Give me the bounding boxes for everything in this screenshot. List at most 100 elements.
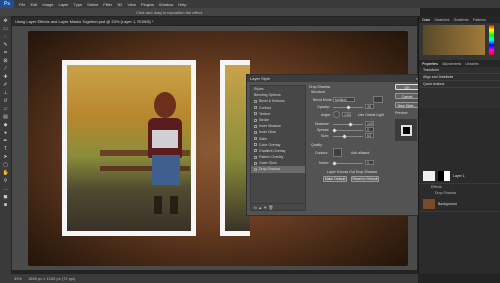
- opacity-slider-handle[interactable]: [346, 105, 351, 110]
- quick-mask-icon[interactable]: ◙: [3, 202, 9, 208]
- noise-slider[interactable]: [333, 163, 363, 164]
- dodge-tool-icon[interactable]: ●: [3, 130, 9, 136]
- section-transform[interactable]: Transform: [419, 67, 500, 74]
- contour-label: Contour:: [315, 151, 329, 155]
- marquee-tool-icon[interactable]: ▭: [3, 26, 9, 32]
- checkbox[interactable]: [254, 99, 257, 103]
- menu-image[interactable]: Image: [42, 2, 53, 7]
- move-tool-icon[interactable]: ✥: [3, 18, 9, 24]
- menu-type[interactable]: Type: [74, 2, 83, 7]
- checkbox[interactable]: [254, 118, 257, 122]
- layer-name[interactable]: Background: [438, 202, 457, 206]
- boot-left: [154, 196, 162, 214]
- color-picker-field[interactable]: [423, 25, 485, 55]
- checkbox[interactable]: [254, 143, 257, 147]
- checkbox-checked[interactable]: [254, 168, 257, 172]
- eraser-tool-icon[interactable]: ▱: [3, 106, 9, 112]
- checkbox[interactable]: [254, 137, 257, 141]
- menu-select[interactable]: Select: [87, 2, 98, 7]
- ok-button[interactable]: OK: [395, 84, 419, 90]
- global-light-label[interactable]: Use Global Light: [358, 113, 384, 117]
- reset-default-button[interactable]: Reset to Default: [351, 176, 379, 182]
- noise-slider-handle[interactable]: [332, 161, 337, 166]
- crop-tool-icon[interactable]: ⌗: [3, 50, 9, 56]
- type-tool-icon[interactable]: T: [3, 146, 9, 152]
- checkbox[interactable]: [254, 155, 257, 159]
- pen-tool-icon[interactable]: ✒: [3, 138, 9, 144]
- more-tools-icon[interactable]: …: [3, 186, 9, 192]
- frame-tool-icon[interactable]: ⊠: [3, 58, 9, 64]
- distance-slider-handle[interactable]: [348, 122, 353, 127]
- blend-mode-select[interactable]: Multiply: [333, 97, 355, 102]
- tab-patterns[interactable]: Patterns: [473, 18, 486, 22]
- stamp-tool-icon[interactable]: ⊥: [3, 90, 9, 96]
- zoom-level[interactable]: 33%: [14, 276, 22, 281]
- hue-slider[interactable]: [489, 25, 494, 55]
- checkbox[interactable]: [254, 112, 257, 116]
- brush-tool-icon[interactable]: ✐: [3, 82, 9, 88]
- hand-tool-icon[interactable]: ✋: [3, 170, 9, 176]
- noise-input[interactable]: 0: [365, 160, 374, 165]
- history-brush-tool-icon[interactable]: ↺: [3, 98, 9, 104]
- menu-layer[interactable]: Layer: [58, 2, 68, 7]
- menu-window[interactable]: Window: [159, 2, 173, 7]
- shape-tool-icon[interactable]: ▢: [3, 162, 9, 168]
- opacity-input[interactable]: 45: [365, 104, 374, 109]
- layer-mask-thumbnail[interactable]: [438, 170, 450, 181]
- spread-input[interactable]: 0: [365, 127, 374, 132]
- tab-gradients[interactable]: Gradients: [454, 18, 469, 22]
- blur-tool-icon[interactable]: ◆: [3, 122, 9, 128]
- menu-edit[interactable]: Edit: [30, 2, 37, 7]
- lasso-tool-icon[interactable]: ◌: [3, 34, 9, 40]
- color-swatches-icon[interactable]: ◼: [3, 194, 9, 200]
- size-slider[interactable]: [333, 136, 363, 137]
- anti-aliased-label[interactable]: Anti-aliased: [351, 151, 369, 155]
- tab-adjustments[interactable]: Adjustments: [442, 62, 461, 66]
- quick-select-tool-icon[interactable]: ✎: [3, 42, 9, 48]
- make-default-button[interactable]: Make Default: [323, 176, 347, 182]
- cancel-button[interactable]: Cancel: [395, 93, 419, 99]
- tab-swatches[interactable]: Swatches: [434, 18, 449, 22]
- spread-slider[interactable]: [333, 130, 363, 131]
- checkbox[interactable]: [254, 106, 257, 110]
- checkbox[interactable]: [254, 130, 257, 134]
- spread-slider-handle[interactable]: [332, 128, 337, 133]
- menu-help[interactable]: Help: [178, 2, 186, 7]
- tab-libraries[interactable]: Libraries: [465, 62, 478, 66]
- style-list-footer[interactable]: fx ▲ ▼ 🗑: [251, 203, 305, 210]
- menu-plugins[interactable]: Plugins: [141, 2, 154, 7]
- tab-properties[interactable]: Properties: [422, 62, 438, 66]
- angle-dial-icon[interactable]: [333, 111, 340, 118]
- dialog-title[interactable]: Layer Style: [247, 75, 420, 82]
- new-style-button[interactable]: New Style...: [395, 102, 419, 108]
- angle-input[interactable]: 135: [342, 112, 351, 117]
- eyedropper-tool-icon[interactable]: ⁄: [3, 66, 9, 72]
- healing-tool-icon[interactable]: ✚: [3, 74, 9, 80]
- layer-row[interactable]: Layer 1: [419, 168, 500, 184]
- menu-view[interactable]: View: [127, 2, 136, 7]
- tab-color[interactable]: Color: [422, 18, 430, 22]
- path-select-tool-icon[interactable]: ➤: [3, 154, 9, 160]
- section-align[interactable]: Align and Distribute: [419, 74, 500, 81]
- size-slider-handle[interactable]: [342, 134, 347, 139]
- menu-filter[interactable]: Filter: [103, 2, 112, 7]
- contour-picker[interactable]: [333, 148, 342, 157]
- boot-right: [170, 196, 178, 214]
- document-tab[interactable]: Using Layer Effects and Layer Masks Toge…: [15, 19, 153, 24]
- layer-name[interactable]: Layer 1: [453, 174, 465, 178]
- section-quick-actions[interactable]: Quick Actions: [419, 81, 500, 88]
- menu-file[interactable]: File: [19, 2, 25, 7]
- zoom-tool-icon[interactable]: ⚲: [3, 178, 9, 184]
- checkbox[interactable]: [254, 149, 257, 153]
- checkbox[interactable]: [254, 124, 257, 128]
- gradient-tool-icon[interactable]: ▤: [3, 114, 9, 120]
- shadow-color-swatch[interactable]: [373, 96, 383, 103]
- style-item-drop-shadow[interactable]: Drop Shadow: [251, 166, 305, 173]
- size-input[interactable]: 63: [365, 133, 374, 138]
- knockout-checkbox-label[interactable]: Layer Knocks Out Drop Shadow: [327, 170, 377, 174]
- layer-row[interactable]: Background: [419, 196, 500, 212]
- preview-checkbox[interactable]: Preview: [395, 111, 419, 115]
- distance-input[interactable]: 100: [365, 121, 374, 126]
- checkbox[interactable]: [254, 161, 257, 165]
- menu-3d[interactable]: 3D: [117, 2, 122, 7]
